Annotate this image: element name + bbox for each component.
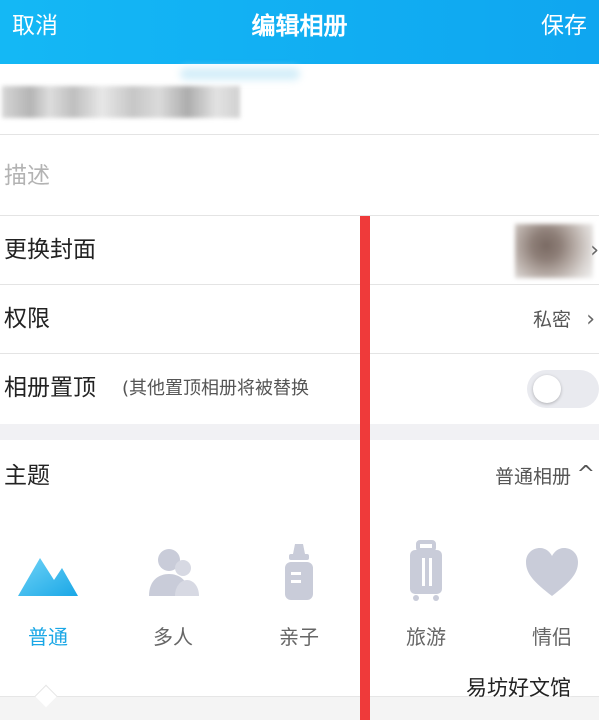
permission-value: 私密 [532, 309, 571, 331]
watermark-text: 易坊好文馆 [466, 676, 571, 700]
cover-thumbnail[interactable] [515, 224, 593, 278]
permission-row[interactable]: 权限 私密 › [0, 285, 599, 354]
description-placeholder: 描述 [4, 163, 50, 189]
blurred-overlay [180, 68, 300, 80]
theme-option-travel[interactable]: 旅游 [366, 530, 486, 670]
suitcase-icon [410, 540, 442, 601]
pin-album-hint: (其他置顶相册将被替换 [122, 378, 310, 399]
baby-bottle-icon [285, 544, 313, 600]
red-annotation-line [360, 216, 370, 720]
chevron-right-icon: › [586, 307, 595, 332]
theme-option-group[interactable]: 多人 [113, 530, 233, 670]
theme-option-family[interactable]: 亲子 [239, 530, 359, 670]
theme-option-label: 多人 [153, 625, 193, 649]
people-icon [149, 549, 199, 596]
theme-value: 普通相册 [494, 466, 571, 488]
theme-option-label: 情侣 [532, 625, 572, 649]
change-cover-label: 更换封面 [4, 237, 96, 263]
album-name-field[interactable] [0, 64, 599, 135]
description-field[interactable]: 描述 [0, 135, 599, 216]
save-button[interactable]: 保存 [541, 10, 587, 42]
section-divider [0, 424, 599, 440]
theme-option-label: 普通 [28, 625, 68, 649]
blurred-album-name [2, 86, 240, 118]
pin-album-row: 相册置顶 (其他置顶相册将被替换 [0, 354, 599, 424]
theme-row[interactable]: 主题 普通相册 ^ [0, 440, 599, 514]
heart-icon [526, 548, 578, 596]
header-bar: 取消 编辑相册 保存 [0, 0, 599, 64]
permission-label: 权限 [4, 306, 50, 332]
pin-album-label: 相册置顶 [4, 375, 96, 401]
pin-album-toggle[interactable] [527, 370, 599, 408]
theme-label: 主题 [4, 463, 50, 489]
theme-option-couple[interactable]: 情侣 [492, 530, 599, 670]
theme-option-label: 旅游 [406, 625, 446, 649]
change-cover-row[interactable]: 更换封面 › [0, 216, 599, 285]
toggle-knob [533, 375, 561, 403]
chevron-up-icon: ^ [576, 462, 595, 487]
chevron-right-icon: › [590, 238, 599, 263]
page-title: 编辑相册 [251, 12, 348, 40]
theme-options: 普通 多人 亲子 旅游 情侣 [0, 530, 599, 680]
theme-option-normal[interactable]: 普通 [0, 530, 108, 670]
mountain-icon [18, 558, 78, 596]
theme-option-label: 亲子 [279, 625, 319, 649]
